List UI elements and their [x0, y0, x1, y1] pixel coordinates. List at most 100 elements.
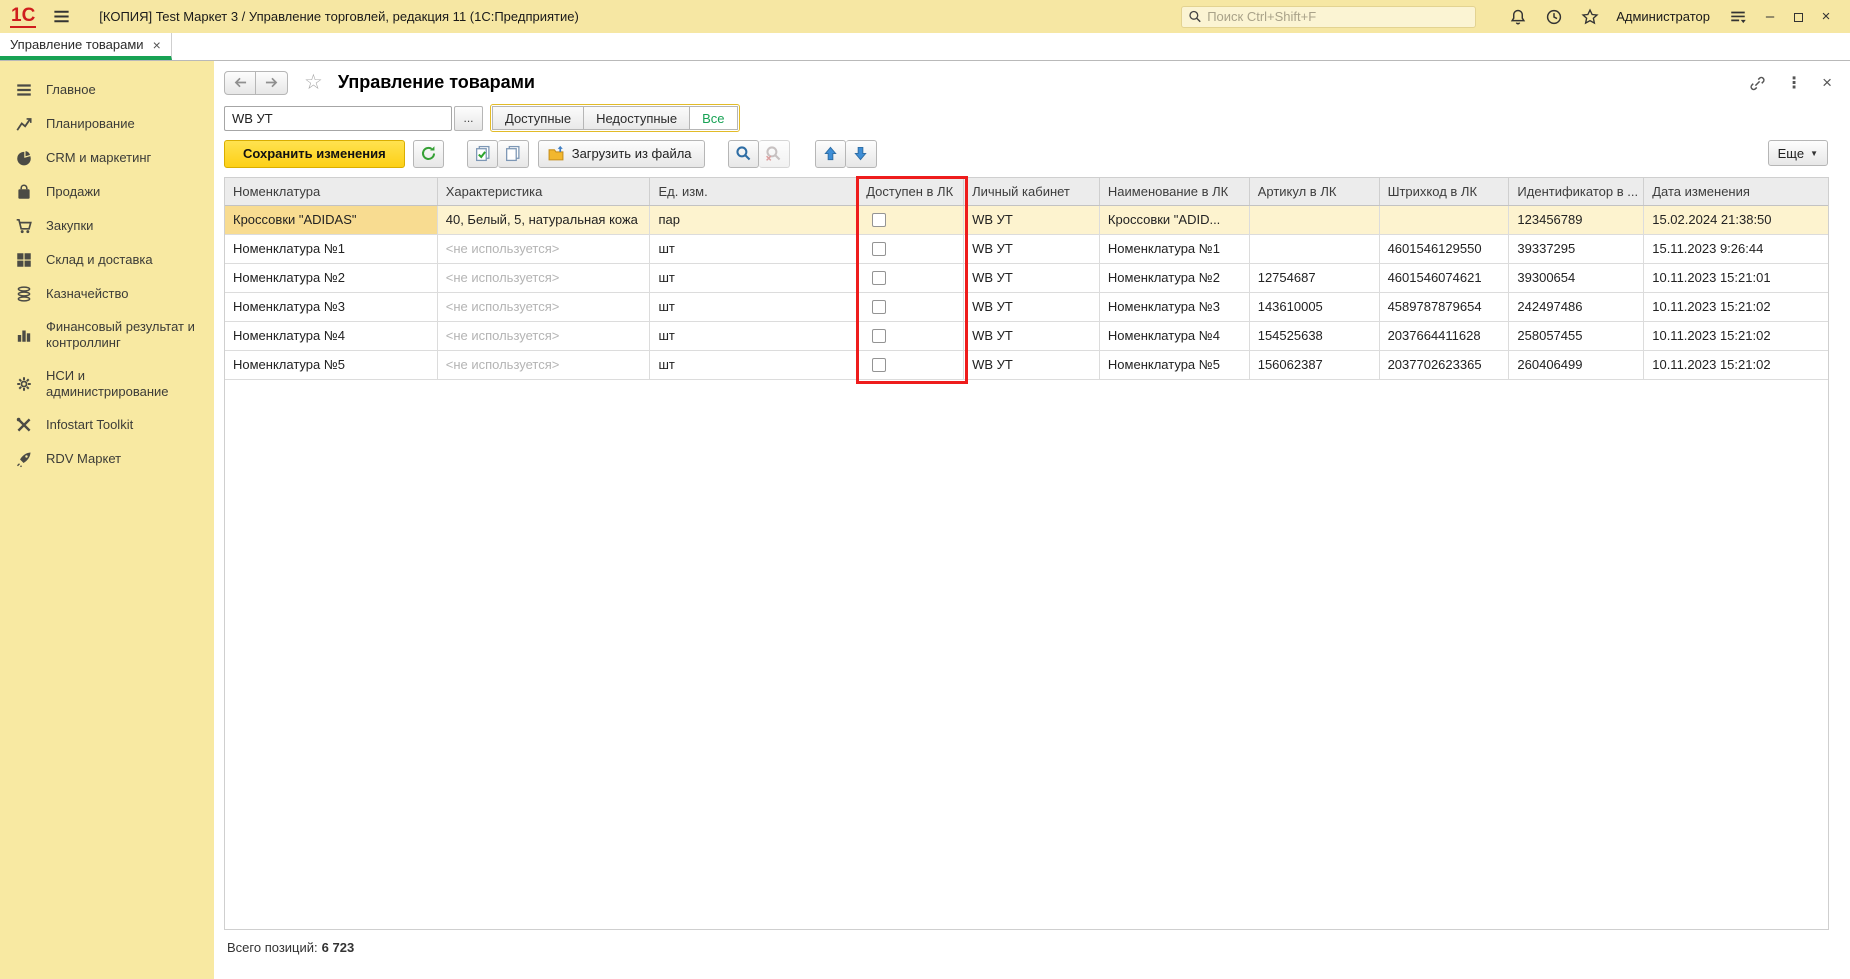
- cell-modified[interactable]: 10.11.2023 15:21:01: [1644, 264, 1828, 292]
- tab-close-icon[interactable]: ×: [153, 37, 161, 53]
- cell-modified[interactable]: 15.11.2023 9:26:44: [1644, 235, 1828, 263]
- cell-barcode[interactable]: 4601546074621: [1380, 264, 1510, 292]
- cell-lk-name[interactable]: Номенклатура №5: [1100, 351, 1250, 379]
- cell-identifier[interactable]: 242497486: [1509, 293, 1644, 321]
- table-row[interactable]: Номенклатура №1 <не используется> шт WB …: [225, 235, 1828, 264]
- cell-characteristic[interactable]: <не используется>: [438, 235, 651, 263]
- global-search-input[interactable]: [1207, 9, 1469, 24]
- cell-lk-name[interactable]: Кроссовки "ADID...: [1100, 206, 1250, 234]
- back-button[interactable]: [224, 71, 256, 95]
- forward-button[interactable]: [256, 71, 288, 95]
- cell-available[interactable]: [858, 235, 964, 263]
- filter-available-button[interactable]: Доступные: [492, 106, 584, 130]
- column-header[interactable]: Дата изменения: [1644, 178, 1828, 205]
- cell-barcode[interactable]: 2037702623365: [1380, 351, 1510, 379]
- cell-identifier[interactable]: 39337295: [1509, 235, 1644, 263]
- cabinet-filter-input[interactable]: [224, 106, 452, 131]
- maximize-button[interactable]: [1784, 0, 1812, 33]
- sidebar-item-main[interactable]: Главное: [0, 73, 214, 107]
- sidebar-item-infostart-toolkit[interactable]: Infostart Toolkit: [0, 408, 214, 442]
- cell-nomenclature[interactable]: Номенклатура №2: [225, 264, 438, 292]
- cell-unit[interactable]: шт: [650, 293, 858, 321]
- cell-modified[interactable]: 10.11.2023 15:21:02: [1644, 293, 1828, 321]
- sidebar-item-warehouse[interactable]: Склад и доставка: [0, 243, 214, 277]
- cell-cabinet[interactable]: WB УТ: [964, 206, 1100, 234]
- cell-cabinet[interactable]: WB УТ: [964, 264, 1100, 292]
- global-search-field[interactable]: [1181, 6, 1476, 28]
- cell-article[interactable]: 156062387: [1250, 351, 1380, 379]
- cell-modified[interactable]: 10.11.2023 15:21:02: [1644, 351, 1828, 379]
- cell-barcode[interactable]: 2037664411628: [1380, 322, 1510, 350]
- cell-cabinet[interactable]: WB УТ: [964, 351, 1100, 379]
- refresh-button[interactable]: [413, 140, 444, 168]
- cell-barcode[interactable]: 4601546129550: [1380, 235, 1510, 263]
- cell-lk-name[interactable]: Номенклатура №1: [1100, 235, 1250, 263]
- sidebar-item-treasury[interactable]: Казначейство: [0, 277, 214, 311]
- cell-available[interactable]: [858, 351, 964, 379]
- close-window-button[interactable]: ×: [1812, 0, 1840, 33]
- cell-available[interactable]: [858, 322, 964, 350]
- cell-unit[interactable]: пар: [650, 206, 858, 234]
- cell-identifier[interactable]: 123456789: [1509, 206, 1644, 234]
- clear-flags-button[interactable]: [498, 140, 529, 168]
- cell-available[interactable]: [858, 264, 964, 292]
- sidebar-item-rdv-market[interactable]: RDV Маркет: [0, 442, 214, 476]
- sidebar-item-nsi-administration[interactable]: НСИ и администрирование: [0, 360, 214, 409]
- cancel-find-button[interactable]: [759, 140, 790, 168]
- cell-nomenclature[interactable]: Номенклатура №3: [225, 293, 438, 321]
- cell-lk-name[interactable]: Номенклатура №2: [1100, 264, 1250, 292]
- sidebar-item-financial-result[interactable]: Финансовый результат и контроллинг: [0, 311, 214, 360]
- cell-nomenclature[interactable]: Номенклатура №4: [225, 322, 438, 350]
- load-from-file-button[interactable]: Загрузить из файла: [538, 140, 705, 168]
- cabinet-choose-button[interactable]: ...: [454, 106, 483, 131]
- set-flags-button[interactable]: [467, 140, 498, 168]
- favorites-star-icon[interactable]: [1581, 8, 1599, 26]
- favorite-star-icon[interactable]: ☆: [304, 70, 323, 95]
- cell-identifier[interactable]: 39300654: [1509, 264, 1644, 292]
- more-button[interactable]: Еще ▼: [1768, 140, 1828, 166]
- minimize-button[interactable]: –: [1756, 0, 1784, 33]
- more-actions-icon[interactable]: ⋮: [1786, 73, 1802, 93]
- sidebar-item-crm[interactable]: CRM и маркетинг: [0, 141, 214, 175]
- sidebar-item-planning[interactable]: Планирование: [0, 107, 214, 141]
- available-in-lk-checkbox[interactable]: [872, 300, 886, 314]
- cell-cabinet[interactable]: WB УТ: [964, 322, 1100, 350]
- cell-nomenclature[interactable]: Номенклатура №1: [225, 235, 438, 263]
- cell-nomenclature[interactable]: Номенклатура №5: [225, 351, 438, 379]
- cell-lk-name[interactable]: Номенклатура №4: [1100, 322, 1250, 350]
- cell-unit[interactable]: шт: [650, 264, 858, 292]
- filter-unavailable-button[interactable]: Недоступные: [584, 106, 690, 130]
- available-in-lk-checkbox[interactable]: [872, 271, 886, 285]
- table-row[interactable]: Кроссовки "ADIDAS" 40, Белый, 5, натурал…: [225, 206, 1828, 235]
- column-header[interactable]: Характеристика: [438, 178, 651, 205]
- column-header-available-in-lk[interactable]: Доступен в ЛК: [858, 178, 964, 205]
- cell-article[interactable]: [1250, 235, 1380, 263]
- cell-modified[interactable]: 15.02.2024 21:38:50: [1644, 206, 1828, 234]
- cell-barcode[interactable]: [1380, 206, 1510, 234]
- cell-identifier[interactable]: 258057455: [1509, 322, 1644, 350]
- cell-unit[interactable]: шт: [650, 235, 858, 263]
- cell-available[interactable]: [858, 293, 964, 321]
- cell-article[interactable]: [1250, 206, 1380, 234]
- cell-characteristic[interactable]: <не используется>: [438, 322, 651, 350]
- column-header[interactable]: Идентификатор в ...: [1509, 178, 1644, 205]
- cell-modified[interactable]: 10.11.2023 15:21:02: [1644, 322, 1828, 350]
- cell-barcode[interactable]: 4589787879654: [1380, 293, 1510, 321]
- tab-product-management[interactable]: Управление товарами ×: [0, 33, 172, 60]
- cell-characteristic[interactable]: <не используется>: [438, 293, 651, 321]
- cell-article[interactable]: 12754687: [1250, 264, 1380, 292]
- cell-unit[interactable]: шт: [650, 322, 858, 350]
- sidebar-item-purchases[interactable]: Закупки: [0, 209, 214, 243]
- cell-unit[interactable]: шт: [650, 351, 858, 379]
- column-header[interactable]: Личный кабинет: [964, 178, 1100, 205]
- cell-characteristic[interactable]: <не используется>: [438, 264, 651, 292]
- available-in-lk-checkbox[interactable]: [872, 242, 886, 256]
- current-user[interactable]: Администратор: [1616, 9, 1710, 24]
- cell-article[interactable]: 143610005: [1250, 293, 1380, 321]
- column-header[interactable]: Штрихкод в ЛК: [1380, 178, 1510, 205]
- cell-cabinet[interactable]: WB УТ: [964, 293, 1100, 321]
- cell-available[interactable]: [858, 206, 964, 234]
- cell-nomenclature[interactable]: Кроссовки "ADIDAS": [225, 206, 438, 234]
- get-link-icon[interactable]: [1749, 75, 1766, 92]
- column-header[interactable]: Артикул в ЛК: [1250, 178, 1380, 205]
